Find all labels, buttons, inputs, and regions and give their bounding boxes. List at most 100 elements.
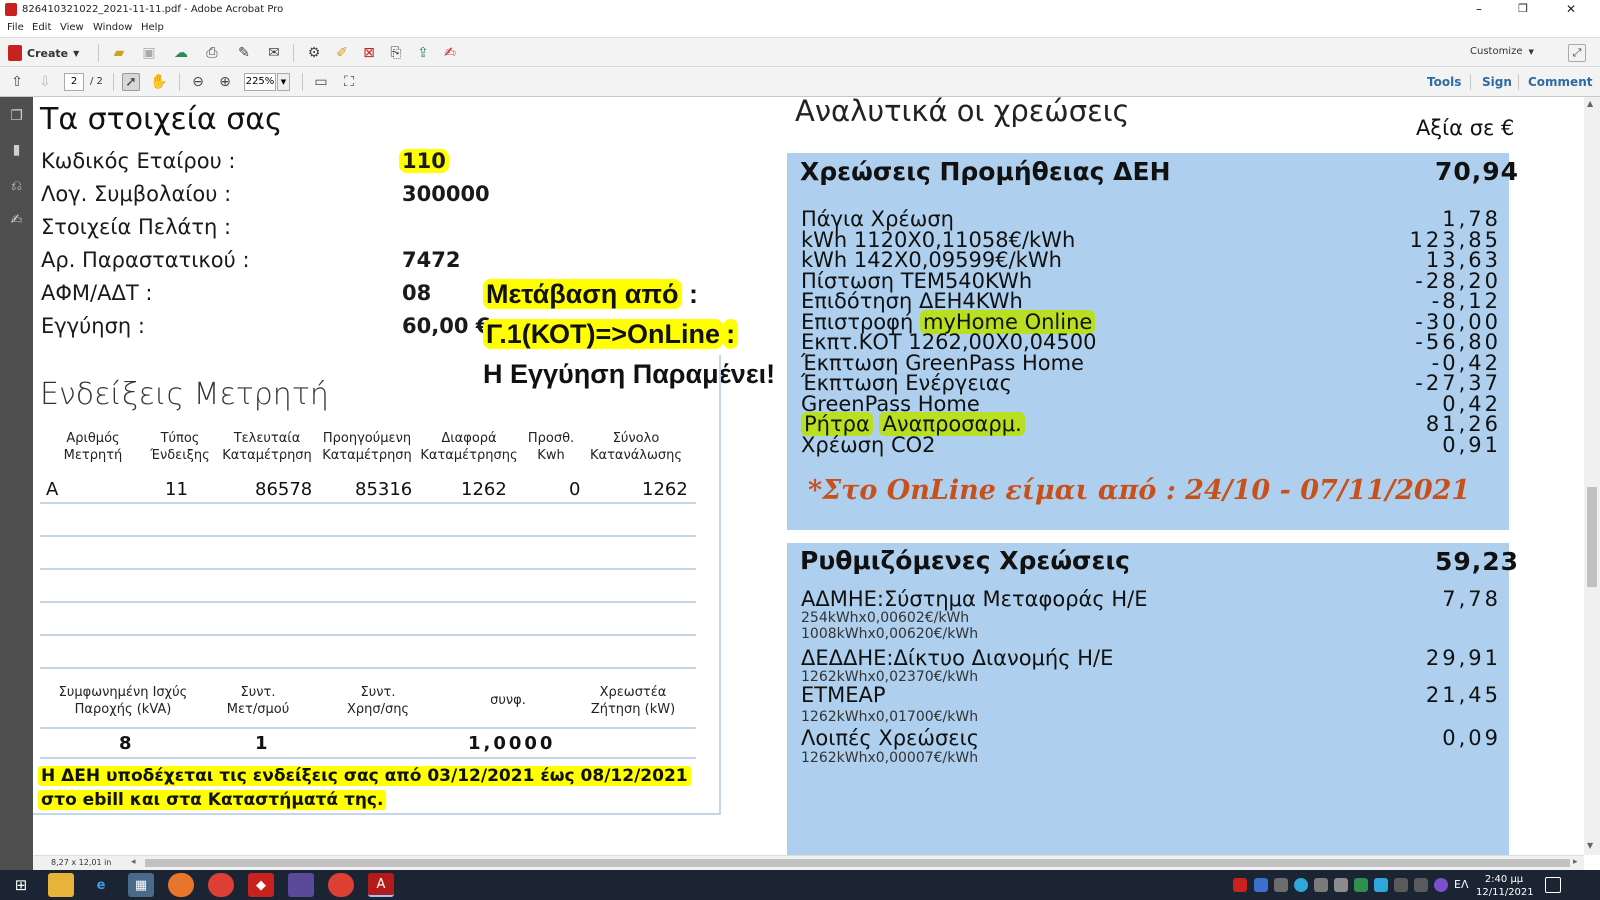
tray-app-icon[interactable] <box>1274 878 1288 892</box>
charge-amount: -0,42 <box>1431 350 1501 375</box>
tray-app-icon[interactable] <box>1294 878 1308 892</box>
menu-bar: File Edit View Window Help <box>0 20 1600 36</box>
col-usage-coeff: Συντ. Χρησ/σης <box>346 685 410 717</box>
menu-view[interactable]: View <box>60 22 84 33</box>
sign-document-icon[interactable]: ✍ <box>441 44 459 62</box>
app-icon[interactable] <box>288 873 314 897</box>
previous-page-icon[interactable]: ⇧ <box>8 73 26 91</box>
email-icon[interactable]: ✉ <box>265 44 283 62</box>
scrollbar-thumb[interactable] <box>145 859 1570 867</box>
firefox-icon[interactable] <box>168 873 194 897</box>
settings-gear-icon[interactable]: ⚙ <box>305 44 323 62</box>
page-number-input[interactable]: 2 <box>64 73 84 91</box>
tray-app-icon[interactable] <box>1374 878 1388 892</box>
internet-explorer-icon[interactable]: e <box>88 873 114 897</box>
menu-file[interactable]: File <box>7 22 24 33</box>
restore-button[interactable]: ❐ <box>1500 0 1546 20</box>
customize-button[interactable]: Customize ▼ <box>1470 46 1534 57</box>
zoom-level-field[interactable]: 225% <box>244 73 276 91</box>
scrollbar-thumb[interactable] <box>1587 487 1597 587</box>
volume-icon[interactable] <box>1414 878 1428 892</box>
select-tool-icon[interactable]: ➚ <box>122 73 140 91</box>
attachments-icon[interactable]: ⎌ <box>8 177 25 195</box>
divider <box>98 44 99 62</box>
supply-charges-total: 70,94 <box>1435 157 1520 186</box>
vertical-scrollbar[interactable]: ▲ ▼ <box>1584 97 1600 855</box>
export-page-icon[interactable]: ⇪ <box>414 44 432 62</box>
charge-line: Εκπτ.ΚΟΤ 1262,00X0,04500 -56,80 <box>801 332 1509 353</box>
scroll-left-icon[interactable]: ◂ <box>131 857 136 867</box>
windows-start-icon[interactable]: ⊞ <box>8 873 34 897</box>
tray-app-icon[interactable] <box>1354 878 1368 892</box>
charge-amount: -28,20 <box>1415 268 1501 293</box>
annotation-line-2: Γ.1(ΚΟΤ)=>OnLine <box>483 319 724 349</box>
charge-detail: 1008kWhx0,00620€/kWh <box>801 626 979 642</box>
signatures-icon[interactable]: ✍ <box>8 211 25 229</box>
charge-line: Ρήτρα Αναπροσαρμ. 81,26 <box>801 412 1509 436</box>
charge-amount: 21,45 <box>1425 683 1501 707</box>
regulated-charges-total: 59,23 <box>1435 547 1520 576</box>
extract-page-icon[interactable]: ⎘ <box>387 44 405 62</box>
scroll-right-icon[interactable]: ▸ <box>1573 857 1578 867</box>
title-bar: 826410321022_2021-11-11.pdf - Adobe Acro… <box>0 0 1600 20</box>
divider <box>302 73 303 91</box>
file-explorer-icon[interactable] <box>48 873 74 897</box>
row-divider <box>40 634 696 636</box>
page-thumbnails-icon[interactable]: ❐ <box>8 107 25 125</box>
annotation-line-1: Μετάβαση από <box>483 279 682 309</box>
zoom-dropdown-icon[interactable]: ▼ <box>277 73 290 91</box>
tray-app-icon[interactable] <box>1233 878 1247 892</box>
network-icon[interactable] <box>1394 878 1408 892</box>
tray-app-icon[interactable] <box>1434 878 1448 892</box>
print-icon[interactable]: ⎙ <box>203 44 221 62</box>
menu-edit[interactable]: Edit <box>32 22 51 33</box>
delete-page-icon[interactable]: ⊠ <box>360 44 378 62</box>
comment-pane-link[interactable]: Comment <box>1528 75 1592 89</box>
open-folder-icon[interactable]: ▰ <box>110 44 128 62</box>
tray-app-icon[interactable] <box>1334 878 1348 892</box>
difference-cell: 1262 <box>461 479 507 500</box>
fit-page-icon[interactable]: ▭ <box>312 73 330 91</box>
menu-help[interactable]: Help <box>141 22 164 33</box>
full-screen-icon[interactable]: ⛶ <box>340 73 358 91</box>
zoom-in-icon[interactable]: ⊕ <box>216 73 234 91</box>
col-agreed-power: Συμφωνημένη Ισχύς Παροχής (kVA) <box>58 685 188 717</box>
guarantee-value: 60,00 € <box>402 314 491 338</box>
chrome-icon[interactable] <box>208 873 234 897</box>
charge-line: Επιστροφή myHome Online -30,00 <box>801 309 1509 334</box>
tray-app-icon[interactable] <box>1254 878 1268 892</box>
horizontal-scrollbar[interactable]: 8,27 x 12,01 in ◂ ▸ <box>33 855 1584 870</box>
calculator-icon[interactable]: ▦ <box>128 873 154 897</box>
minimize-button[interactable]: – <box>1456 0 1502 20</box>
close-button[interactable]: ✕ <box>1548 0 1594 20</box>
edit-document-icon[interactable]: ✎ <box>235 44 253 62</box>
create-button[interactable]: Create ▼ <box>8 43 79 63</box>
expand-icon[interactable]: ⤢ <box>1568 44 1586 62</box>
scroll-down-icon[interactable]: ▼ <box>1587 841 1593 850</box>
cloud-upload-icon[interactable]: ☁ <box>172 44 190 62</box>
tools-pane-link[interactable]: Tools <box>1427 75 1461 89</box>
power-factor-cell: 1,0000 <box>468 733 556 754</box>
language-indicator[interactable]: ΕΛ <box>1454 878 1468 891</box>
zoom-out-icon[interactable]: ⊖ <box>189 73 207 91</box>
charge-detail: 254kWhx0,00602€/kWh <box>801 610 970 626</box>
menu-window[interactable]: Window <box>93 22 132 33</box>
tray-app-icon[interactable] <box>1314 878 1328 892</box>
acrobat-icon[interactable]: A <box>368 873 394 897</box>
clock[interactable]: 2:40 μμ 12/11/2021 <box>1476 873 1534 899</box>
chrome-icon[interactable] <box>328 873 354 897</box>
next-page-icon[interactable]: ⇩ <box>36 73 54 91</box>
bookmarks-icon[interactable]: ▮ <box>8 141 25 159</box>
comment-note-icon[interactable]: ✐ <box>333 44 351 62</box>
hand-tool-icon[interactable]: ✋ <box>150 73 168 91</box>
row-divider <box>40 727 696 729</box>
meter-readings-title: Ενδείξεις Μετρητή <box>40 377 329 412</box>
scroll-up-icon[interactable]: ▲ <box>1587 99 1593 108</box>
document-view: Τα στοιχεία σας Κωδικός Εταίρου : 110 Λο… <box>33 97 1584 855</box>
sign-pane-link[interactable]: Sign <box>1482 75 1512 89</box>
media-app-icon[interactable]: ◆ <box>248 873 274 897</box>
save-icon[interactable]: ▣ <box>140 44 158 62</box>
divider <box>113 73 114 91</box>
notifications-icon[interactable] <box>1545 877 1561 893</box>
charge-amount: 81,26 <box>1425 412 1501 436</box>
